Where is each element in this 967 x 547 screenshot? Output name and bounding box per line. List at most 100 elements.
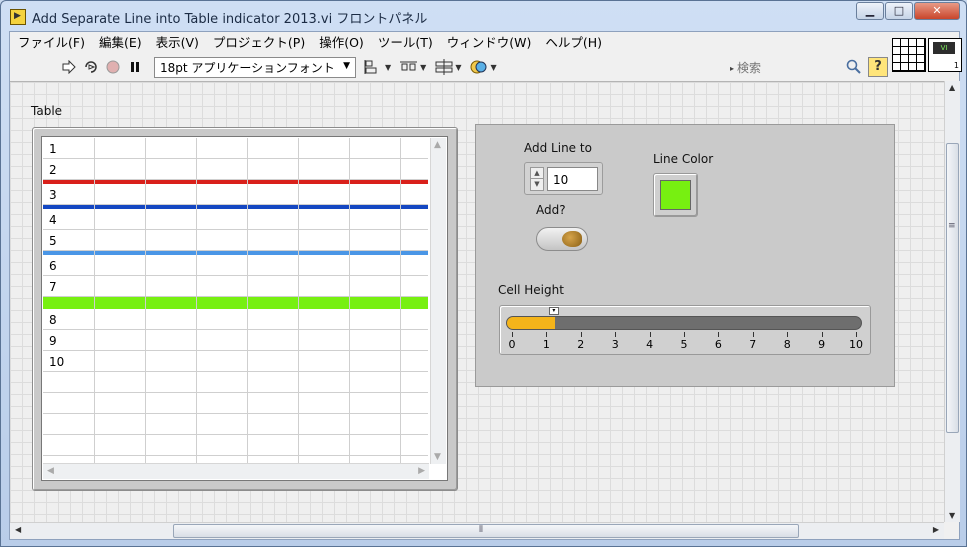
scroll-up-icon[interactable]: ▲ [949,83,955,92]
decrement-icon[interactable]: ▼ [531,179,543,190]
scrollbar-thumb[interactable]: ⦀ [173,524,799,538]
scroll-right-icon[interactable]: ▶ [933,525,939,534]
connector-terminal[interactable] [893,63,901,71]
table-cell: 10 [49,355,65,369]
toggle-nub [562,231,582,247]
table-row [43,435,428,456]
scroll-down-icon[interactable]: ▼ [434,452,441,462]
font-selector[interactable]: 18pt アプリケーションフォント ▼ [154,56,356,78]
search-expand-icon[interactable]: ▸ [730,64,734,73]
slider-tick-label: 5 [680,338,688,351]
controls-decoration: Add Line to ▲ ▼ 10 Line Color Add? Cell … [475,124,895,387]
maximize-button[interactable]: □ [885,2,913,20]
panel-vertical-scrollbar[interactable]: ▲ ≡ ▼ [944,81,960,522]
menu-view[interactable]: 表示(V) [149,33,206,53]
line-color-box[interactable] [653,173,698,217]
chevron-down-icon: ▼ [490,62,497,72]
scroll-left-icon[interactable]: ◀ [47,466,54,476]
connector-terminal[interactable] [909,63,917,71]
table-indicator: 1 2 3 4 5 6 7 8 9 10 ▲ ▼ ◀ ▶ [32,127,458,491]
abort-execution-icon[interactable] [102,57,124,77]
add-line-to-input[interactable]: 10 [547,167,598,191]
table-cell: 8 [49,313,57,327]
scroll-down-icon[interactable]: ▼ [949,511,955,520]
front-panel-canvas[interactable]: Table 1 2 3 4 5 6 7 8 9 10 ▲ ▼ ◀ ▶ Add Line to [10,81,944,522]
table-horizontal-scrollbar[interactable]: ◀ ▶ [43,463,429,479]
table-cell: 3 [49,188,57,202]
run-arrow-icon[interactable] [58,57,80,77]
slider-tick [580,332,582,337]
distribute-objects-button[interactable]: ▼ [399,57,426,77]
context-help-button[interactable]: ? [868,57,888,77]
table-vertical-scrollbar[interactable]: ▲ ▼ [430,138,446,464]
connector-terminal[interactable] [901,39,909,47]
connector-pane-icon[interactable] [892,38,926,72]
increment-icon[interactable]: ▲ [531,168,543,179]
pause-icon[interactable] [124,57,146,77]
panel-horizontal-scrollbar[interactable]: ◀ ⦀ ▶ [10,522,944,539]
menu-tools[interactable]: ツール(T) [371,33,440,53]
table-row [43,393,428,414]
add-line-to-control: ▲ ▼ 10 [524,162,603,195]
menu-help[interactable]: ヘルプ(H) [538,33,609,53]
connector-terminal[interactable] [901,47,909,55]
connector-terminal[interactable] [901,63,909,71]
table-cell: 5 [49,234,57,248]
scrollbar-grip-icon: ≡ [948,221,956,231]
slider-thumb[interactable]: ▾ [548,307,559,315]
vi-icon[interactable]: VI 1 [928,38,962,72]
scrollbar-thumb[interactable] [946,143,959,433]
resize-objects-button[interactable]: ▼ [434,57,461,77]
slider-tick [787,332,789,337]
cell-height-slider: ▾ 0 1 2 3 4 5 6 7 8 9 10 [499,305,871,355]
toolbar: 18pt アプリケーションフォント ▼ ▼ ▼ ▼ ▼ ▸ 検索 ? [10,54,890,80]
slider-tick-label: 1 [542,338,550,351]
connector-terminal[interactable] [893,47,901,55]
align-objects-icon [364,60,377,74]
slider-scale: 0 1 2 3 4 5 6 7 8 9 10 [506,332,863,352]
search-input[interactable] [737,59,838,77]
slider-tick [752,332,754,337]
menu-bar: ファイル(F) 編集(E) 表示(V) プロジェクト(P) 操作(O) ツール(… [10,32,890,54]
menu-project[interactable]: プロジェクト(P) [206,33,312,53]
table-grid: 1 2 3 4 5 6 7 8 9 10 [43,138,428,464]
slider-tick-label: 7 [749,338,757,351]
table-row: 10 [43,351,428,372]
chevron-down-icon: ▼ [343,60,350,71]
connector-terminal[interactable] [917,63,925,71]
add-toggle-button[interactable] [536,227,588,251]
menu-window[interactable]: ウィンドウ(W) [440,33,539,53]
table-cell: 1 [49,142,57,156]
scroll-left-icon[interactable]: ◀ [15,525,21,534]
menu-operate[interactable]: 操作(O) [312,33,371,53]
connector-terminal[interactable] [917,39,925,47]
close-button[interactable]: ✕ [914,2,960,20]
slider-tick-label: 6 [714,338,722,351]
menu-file[interactable]: ファイル(F) [10,33,92,53]
table-row: 4 [43,209,428,230]
slider-track[interactable]: ▾ [506,307,862,330]
line-color-swatch[interactable] [660,180,691,210]
increment-decrement-buttons[interactable]: ▲ ▼ [530,167,544,191]
front-panel-client: ファイル(F) 編集(E) 表示(V) プロジェクト(P) 操作(O) ツール(… [9,31,962,540]
reorder-button[interactable]: ▼ [469,57,497,77]
connector-terminal[interactable] [893,39,901,47]
connector-terminal[interactable] [917,47,925,55]
run-continuously-icon[interactable] [80,57,102,77]
connector-terminal[interactable] [893,55,901,63]
title-bar[interactable]: Add Separate Line into Table indicator 2… [1,1,966,31]
minimize-button[interactable]: ▁ [856,2,884,20]
slider-tick [718,332,720,337]
connector-terminal[interactable] [901,55,909,63]
chevron-down-icon: ▼ [420,62,427,72]
slider-tick-label: 10 [849,338,863,351]
connector-terminal[interactable] [917,55,925,63]
menu-edit[interactable]: 編集(E) [92,33,149,53]
scroll-up-icon[interactable]: ▲ [434,140,441,150]
search-icon[interactable] [846,59,862,75]
connector-terminal[interactable] [909,47,917,55]
connector-terminal[interactable] [909,39,917,47]
scroll-right-icon[interactable]: ▶ [418,466,425,476]
align-objects-button[interactable]: ▼ [364,57,391,77]
connector-terminal[interactable] [909,55,917,63]
